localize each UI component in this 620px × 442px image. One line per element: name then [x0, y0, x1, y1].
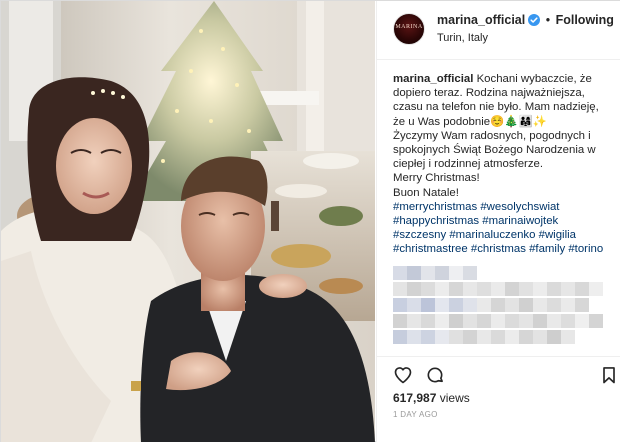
hashtag-line[interactable]: #happychristmas #marinaiwojtek [393, 214, 615, 228]
photo-illustration [1, 1, 375, 442]
hashtag-line[interactable]: #christmastree #christmas #family #torin… [393, 242, 615, 256]
caption-line: spokojnych Świąt Bożego Narodzenia w [393, 144, 596, 157]
caption-line: dopiero teraz. Rodzina najważniejsza, [393, 87, 585, 100]
pixelated-comments-area [393, 264, 615, 356]
avatar-logo-text: MARINA [395, 24, 423, 30]
caption-line: Życzymy Wam radosnych, pogodnych i [393, 129, 591, 142]
hashtag-line[interactable]: #szczesny #marinaluczenko #wigilia [393, 228, 615, 242]
views-label: views [439, 391, 470, 405]
post-actions-bar [377, 356, 620, 390]
caption-line: Kochani wybaczcie, że [476, 73, 592, 85]
post-timestamp[interactable]: 1 DAY AGO [393, 410, 438, 419]
heart-icon[interactable] [393, 365, 413, 385]
hashtag-line[interactable]: #merrychristmas #wesolychswiat [393, 200, 615, 214]
caption-line: Buon Natale! [393, 186, 459, 199]
verified-badge-icon [528, 14, 541, 26]
caption-line: Merry Christmas! [393, 172, 480, 185]
pixelation-mosaic [393, 264, 615, 356]
post-caption: marina_official Kochani wybaczcie, że do… [393, 72, 615, 257]
profile-avatar[interactable]: MARINA [393, 13, 425, 45]
caption-line: że u Was podobnie☺️🎄👨‍👩‍👧✨ [393, 115, 547, 128]
comment-icon[interactable] [425, 365, 445, 385]
caption-line: czasu na telefon nie było. Mam nadzieję, [393, 101, 599, 114]
views-number: 617,987 [393, 391, 437, 405]
location-link[interactable]: Turin, Italy [437, 32, 488, 44]
header-user-line: marina_official • Following [437, 13, 614, 27]
following-button[interactable]: Following [556, 13, 614, 27]
header-separator: • [545, 13, 551, 27]
instagram-post: MARINA marina_official • Following Turin… [0, 0, 620, 442]
views-count[interactable]: 617,987 views [393, 391, 470, 405]
bookmark-icon[interactable] [599, 365, 619, 385]
caption-first-line: marina_official Kochani wybaczcie, że [393, 72, 615, 86]
header-username[interactable]: marina_official [437, 13, 525, 27]
post-side-panel: MARINA marina_official • Following Turin… [376, 1, 620, 442]
post-photo[interactable] [1, 1, 375, 442]
post-header: MARINA marina_official • Following Turin… [377, 1, 620, 60]
caption-username[interactable]: marina_official [393, 73, 473, 85]
caption-line: ciepłej i rodzinnej atmosferze. [393, 158, 544, 171]
